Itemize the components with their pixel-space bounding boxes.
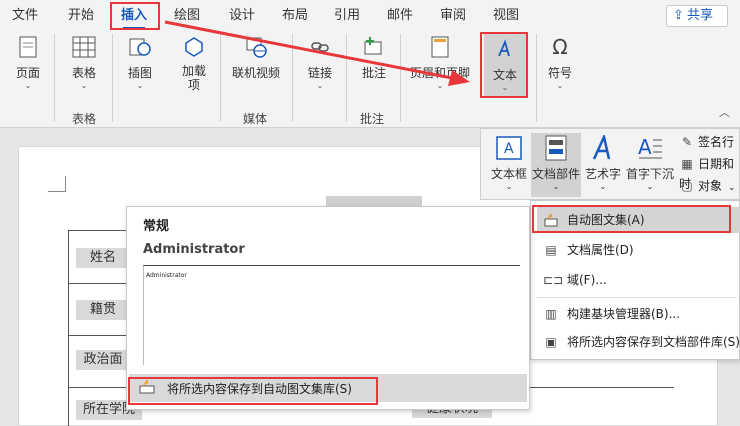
group-label-comment: 批注 — [360, 112, 385, 126]
comment-button[interactable]: 批注 — [356, 34, 392, 81]
dropcap-button[interactable]: A 首字下沉 ⌄ — [623, 133, 677, 191]
tab-layout[interactable]: 布局 — [282, 6, 308, 26]
symbol-button[interactable]: Ω 符号 ⌄ — [542, 34, 578, 91]
quickparts-button[interactable]: 文档部件 ⌄ — [531, 133, 581, 197]
signature-line-button[interactable]: ✎ 签名行 — [679, 132, 734, 152]
autotext-category: 常规 — [143, 219, 170, 234]
addins-button[interactable]: 加载项 — [176, 34, 212, 92]
addins-icon — [181, 34, 207, 60]
menu-item-field[interactable]: ⊏⊐ 域(F)... — [537, 267, 740, 293]
tab-review[interactable]: 审阅 — [440, 6, 466, 26]
svg-text:A: A — [638, 135, 652, 159]
object-button[interactable]: ▢ 对象 ⌄ — [679, 176, 735, 196]
textbox-button[interactable]: A 文本框 ⌄ — [487, 133, 531, 191]
dropcap-icon: A — [635, 133, 665, 163]
link-icon — [307, 34, 333, 60]
building-blocks-icon: ▥ — [545, 307, 557, 321]
tab-design[interactable]: 设计 — [229, 6, 255, 26]
label-hometown: 籍贯 — [76, 300, 130, 320]
annotation-box-save-autotext — [128, 377, 378, 405]
textbox-icon: A — [494, 133, 524, 163]
annotation-box-insert-tab — [110, 2, 160, 30]
new-comment-icon — [361, 34, 387, 60]
quickparts-icon — [541, 133, 571, 163]
margin-corner-mark — [48, 176, 66, 192]
label-political: 政治面 — [76, 350, 130, 370]
header-footer-button[interactable]: 页眉和页脚 ⌄ — [404, 34, 476, 91]
autotext-entry-preview[interactable]: Administrator — [143, 265, 520, 365]
svg-text:A: A — [504, 141, 514, 157]
share-icon: ⇪ — [673, 8, 684, 23]
table-icon — [71, 34, 97, 60]
tab-home[interactable]: 开始 — [68, 6, 94, 26]
autotext-entry-name[interactable]: Administrator — [143, 242, 245, 257]
annotation-box-autotext — [532, 205, 731, 233]
menu-item-save-to-gallery[interactable]: ▣ 将所选内容保存到文档部件库(S)... — [537, 329, 740, 355]
tab-mailings[interactable]: 邮件 — [387, 6, 413, 26]
doc-property-icon: ▤ — [545, 243, 557, 257]
annotation-box-text-button — [480, 32, 528, 98]
menu-item-document-property[interactable]: ▤ 文档属性(D) — [537, 237, 740, 263]
object-icon: ▢ — [681, 179, 693, 193]
group-label-media: 媒体 — [243, 112, 268, 126]
wordart-icon — [588, 133, 618, 163]
share-button[interactable]: ⇪ 共享 — [666, 5, 728, 27]
autotext-preview-text: Administrator — [146, 272, 187, 279]
save-gallery-icon: ▣ — [545, 335, 557, 349]
header-footer-icon — [427, 34, 453, 60]
tab-references[interactable]: 引用 — [334, 6, 360, 26]
signature-icon: ✎ — [681, 135, 693, 149]
ribbon: 页面 ⌄ 表格 ⌄ 表格 插图 ⌄ 加载项 联机视频 媒体 链接 ⌄ 批注 批注… — [0, 30, 740, 128]
tab-draw[interactable]: 绘图 — [174, 6, 200, 26]
online-video-icon — [243, 34, 269, 60]
page-icon — [15, 34, 41, 60]
omega-icon: Ω — [552, 35, 568, 59]
datetime-button[interactable]: ▦ 日期和时 — [679, 154, 739, 191]
menu-item-building-blocks[interactable]: ▥ 构建基块管理器(B)... — [537, 301, 740, 327]
link-button[interactable]: 链接 ⌄ — [302, 34, 338, 91]
page-button[interactable]: 页面 ⌄ — [10, 34, 46, 91]
picture-button[interactable]: 插图 ⌄ — [122, 34, 158, 91]
calendar-icon: ▦ — [681, 157, 693, 171]
table-button[interactable]: 表格 ⌄ — [66, 34, 102, 91]
online-video-button[interactable]: 联机视频 — [228, 34, 284, 81]
field-icon: ⊏⊐ — [543, 273, 564, 287]
tab-file[interactable]: 文件 — [12, 6, 38, 26]
text-gallery-panel: A 文本框 ⌄ 文档部件 ⌄ 艺术字 ⌄ A 首字下沉 ⌄ ✎ 签名行 ▦ 日期和时 ▢ 对象… — [480, 128, 740, 200]
collapse-ribbon-icon[interactable]: ︿ — [719, 104, 730, 120]
picture-icon — [127, 34, 153, 60]
tab-view[interactable]: 视图 — [493, 6, 519, 26]
group-label-table: 表格 — [72, 112, 97, 126]
label-name: 姓名 — [76, 248, 130, 268]
wordart-button[interactable]: 艺术字 ⌄ — [583, 133, 623, 191]
